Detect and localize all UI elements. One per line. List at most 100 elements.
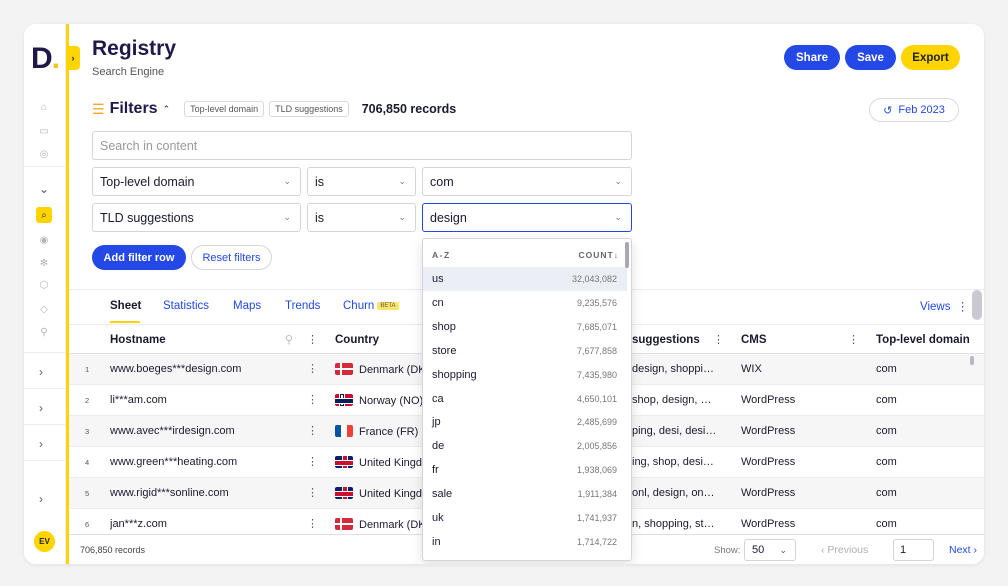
filter-field-select[interactable]: Top-level domain ⌄ <box>92 167 301 196</box>
hostname-cell[interactable]: li***am.com <box>110 394 280 406</box>
show-label: Show: <box>714 545 741 556</box>
column-menu-icon[interactable]: ⋮ <box>307 333 318 346</box>
dropdown-option[interactable]: de 2,005,856 <box>423 434 627 458</box>
dropdown-option[interactable]: in 1,714,722 <box>423 530 627 554</box>
add-filter-row-button[interactable]: Add filter row <box>92 245 186 270</box>
filters-title[interactable]: Filters <box>110 100 158 118</box>
side-panel-handle[interactable] <box>972 290 982 320</box>
row-menu-icon[interactable]: ⋮ <box>307 455 318 468</box>
row-menu-icon[interactable]: ⋮ <box>307 393 318 406</box>
option-count: 9,235,576 <box>576 297 617 308</box>
filter-operator-select[interactable]: is ⌄ <box>307 203 416 232</box>
column-header-country[interactable]: Country <box>335 334 379 346</box>
option-count: 1,714,722 <box>576 536 617 547</box>
dropdown-scrollbar[interactable] <box>625 242 629 268</box>
hostname-cell[interactable]: www.boeges***design.com <box>110 363 280 375</box>
pin-icon[interactable]: ⚲ <box>37 325 51 339</box>
reset-filters-button[interactable]: Reset filters <box>191 245 272 270</box>
dropdown-option[interactable]: cn 9,235,576 <box>423 291 627 315</box>
save-button[interactable]: Save <box>845 45 896 70</box>
folder-icon[interactable]: ▭ <box>37 124 51 138</box>
logo[interactable]: D. <box>31 42 60 76</box>
dropdown-option[interactable]: shop 7,685,071 <box>423 315 627 339</box>
row-menu-icon[interactable]: ⋮ <box>307 362 318 375</box>
column-header-tld[interactable]: Top-level domain <box>876 334 970 346</box>
row-number: 2 <box>85 396 90 405</box>
column-menu-icon[interactable]: ⋮ <box>713 333 724 346</box>
hostname-cell[interactable]: jan***z.com <box>110 518 280 530</box>
page-size-select[interactable]: 50 ⌄ <box>744 539 796 561</box>
gear-icon[interactable]: ✻ <box>37 256 51 270</box>
chevron-down-icon[interactable]: ⌄ <box>39 182 49 196</box>
dropdown-option[interactable]: shopping 7,435,980 <box>423 363 627 387</box>
pin-icon[interactable]: ⚲ <box>285 333 293 346</box>
hostname-cell[interactable]: www.rigid***sonline.com <box>110 487 280 499</box>
diamond-icon[interactable]: ◇ <box>37 302 51 316</box>
page-input[interactable]: 1 <box>893 539 934 561</box>
column-header-suggestions[interactable]: suggestions <box>632 334 700 346</box>
tab-statistics[interactable]: Statistics <box>163 300 209 312</box>
next-button[interactable]: Next › <box>949 544 977 556</box>
avatar[interactable]: EV <box>34 531 55 552</box>
chevron-up-icon[interactable]: ⌃ <box>163 104 171 115</box>
page-subtitle: Search Engine <box>92 66 165 78</box>
date-button[interactable]: ↺ Feb 2023 <box>869 98 959 122</box>
option-label: ca <box>432 392 444 405</box>
filter-icon: ☰ <box>92 100 105 117</box>
beta-badge: BETA <box>377 301 399 310</box>
dropdown-option[interactable]: jp 2,485,699 <box>423 410 627 434</box>
chevron-right-icon[interactable]: › <box>39 437 43 451</box>
option-count: 4,650,101 <box>576 393 617 404</box>
table-scrollbar[interactable] <box>970 356 974 365</box>
tab-maps[interactable]: Maps <box>233 300 261 312</box>
dropdown-option[interactable]: ca 4,650,101 <box>423 387 627 411</box>
search-icon[interactable]: ⌕ <box>36 207 52 223</box>
sort-count-button[interactable]: COUNT↓ <box>579 250 619 260</box>
hostname-cell[interactable]: www.avec***irdesign.com <box>110 425 280 437</box>
chevron-right-icon[interactable]: › <box>39 401 43 415</box>
eye-icon[interactable]: ◉ <box>37 233 51 247</box>
export-button[interactable]: Export <box>901 45 960 70</box>
hostname-cell[interactable]: www.green***heating.com <box>110 456 280 468</box>
filter-chip[interactable]: TLD suggestions <box>269 101 349 117</box>
share-button[interactable]: Share <box>784 45 840 70</box>
sort-az-button[interactable]: A-Z <box>432 250 451 260</box>
dropdown-option[interactable]: fr 1,938,069 <box>423 458 627 482</box>
views-menu[interactable]: Views ⋮ <box>920 299 968 313</box>
previous-button[interactable]: ‹ Previous <box>821 544 868 556</box>
expand-panel-button[interactable]: › <box>66 46 80 70</box>
column-header-hostname[interactable]: Hostname <box>110 334 166 346</box>
chevron-right-icon[interactable]: › <box>39 365 43 379</box>
home-icon[interactable]: ⌂ <box>37 100 51 114</box>
chevron-down-icon: ⌄ <box>614 212 622 222</box>
dropdown-option[interactable]: store 7,677,858 <box>423 339 627 363</box>
chevron-right-icon[interactable]: › <box>39 492 43 506</box>
search-input[interactable]: Search in content <box>92 131 632 160</box>
filter-value-select[interactable]: design ⌄ <box>422 203 632 232</box>
flag-icon <box>335 518 353 530</box>
filter-field-value: TLD suggestions <box>100 210 194 225</box>
option-count: 1,741,937 <box>576 513 617 523</box>
row-menu-icon[interactable]: ⋮ <box>307 486 318 499</box>
dropdown-option[interactable]: us 32,043,082 <box>423 267 627 291</box>
row-menu-icon[interactable]: ⋮ <box>307 424 318 437</box>
dropdown-option[interactable]: uk 1,741,937 <box>423 506 627 530</box>
column-header-cms[interactable]: CMS <box>741 334 767 346</box>
tab-trends[interactable]: Trends <box>285 300 320 312</box>
views-label: Views <box>920 301 951 313</box>
tab-sheet[interactable]: Sheet <box>110 300 141 312</box>
option-count: 2,485,699 <box>576 417 617 428</box>
dropdown-option[interactable]: sale 1,911,384 <box>423 482 627 506</box>
database-icon[interactable]: ◎ <box>37 147 51 161</box>
filter-operator-select[interactable]: is ⌄ <box>307 167 416 196</box>
filter-value-select[interactable]: com ⌄ <box>422 167 632 196</box>
column-menu-icon[interactable]: ⋮ <box>848 333 859 346</box>
app-window: D. ⌂ ▭ ◎ ⌄ ⌕ ◉ ✻ ⬡ ◇ ⚲ › › › › EV › Regi… <box>24 24 984 564</box>
tab-churn[interactable]: Churn BETA <box>343 300 399 312</box>
country-name: United Kingd <box>359 488 422 500</box>
row-menu-icon[interactable]: ⋮ <box>307 517 318 530</box>
chevron-down-icon: ⌄ <box>283 176 291 186</box>
filter-chip[interactable]: Top-level domain <box>184 101 265 117</box>
filter-field-select[interactable]: TLD suggestions ⌄ <box>92 203 301 232</box>
shield-icon[interactable]: ⬡ <box>37 278 51 292</box>
